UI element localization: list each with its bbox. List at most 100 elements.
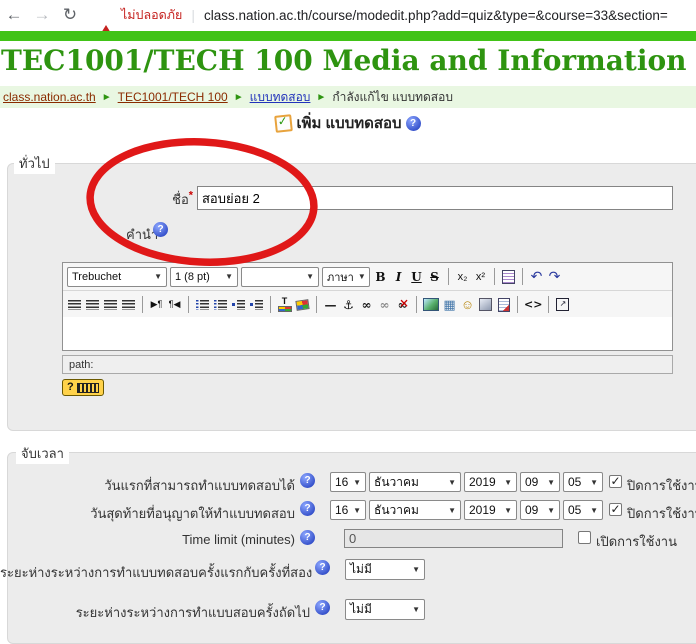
quiz-close-label: วันสุดท้ายที่อนุญาตให้ทำแบบทดสอบ: [0, 503, 295, 524]
forward-icon[interactable]: →: [28, 5, 56, 25]
chevron-down-icon: ▼: [225, 272, 233, 281]
help-icon[interactable]: ?: [406, 116, 421, 131]
breadcrumb-arrow-icon: ►: [316, 92, 326, 103]
breadcrumb-quizzes-link[interactable]: แบบทดสอบ: [250, 88, 311, 107]
insert-table-button[interactable]: ▦: [442, 295, 457, 315]
not-secure-icon[interactable]: !: [98, 8, 114, 22]
direction-ltr-button[interactable]: ▶¶: [149, 295, 164, 315]
back-icon[interactable]: ←: [0, 5, 28, 25]
time-limit-enable-label: เปิดการใช้งาน: [596, 531, 677, 552]
italic-button[interactable]: I: [391, 267, 406, 287]
toolbar-separator: [522, 268, 523, 285]
breadcrumb-arrow-icon: ►: [234, 92, 244, 103]
close-disable-label: ปิดการใช้งาน: [627, 503, 696, 524]
quiz-close-help-icon[interactable]: ?: [300, 501, 315, 516]
chevron-down-icon: ▼: [590, 506, 598, 515]
clean-word-icon[interactable]: [501, 267, 516, 287]
open-day-select[interactable]: 16▼: [330, 472, 366, 492]
timing-legend: จับเวลา: [16, 443, 69, 464]
text-color-button[interactable]: T: [277, 295, 292, 315]
intro-help-icon[interactable]: ?: [153, 222, 168, 237]
intro-textarea[interactable]: [62, 317, 673, 351]
font-select[interactable]: Trebuchet▼: [67, 267, 167, 287]
language-select[interactable]: ภาษา▼: [322, 267, 370, 287]
undo-button[interactable]: ↶: [529, 267, 544, 287]
chevron-down-icon: ▼: [504, 478, 512, 487]
highlight-color-button[interactable]: [295, 295, 310, 315]
close-month-select[interactable]: ธันวาคม▼: [369, 500, 461, 520]
html-source-button[interactable]: <>: [524, 295, 542, 315]
chevron-down-icon: ▼: [590, 478, 598, 487]
time-limit-help-icon[interactable]: ?: [300, 530, 315, 545]
bold-button[interactable]: B: [373, 267, 388, 287]
breadcrumb-arrow-icon: ►: [102, 92, 112, 103]
smiley-button[interactable]: ☺: [460, 295, 475, 315]
quiz-open-help-icon[interactable]: ?: [300, 473, 315, 488]
insert-media-button[interactable]: [478, 295, 493, 315]
open-hour-select[interactable]: 09▼: [520, 472, 560, 492]
fullscreen-editor-button[interactable]: ↗: [555, 295, 570, 315]
chevron-down-icon: ▼: [412, 565, 420, 574]
style-select[interactable]: ▼: [241, 267, 319, 287]
omnibox-divider: |: [191, 7, 195, 23]
subscript-button[interactable]: x₂: [455, 267, 470, 287]
chevron-down-icon: ▼: [504, 506, 512, 515]
fontsize-select[interactable]: 1 (8 pt)▼: [170, 267, 238, 287]
keyboard-help-button[interactable]: ?: [62, 379, 104, 396]
unlink-button[interactable]: ∞: [377, 295, 392, 315]
insert-image-button[interactable]: [423, 295, 439, 315]
paste-doc-button[interactable]: [496, 295, 511, 315]
address-bar[interactable]: class.nation.ac.th/course/modedit.php?ad…: [204, 8, 696, 23]
editor-toolbar-row2: ▶¶ ¶◀ T — ⚓ ∞ ∞ ×∞ ▦ ☺ <> ↗: [63, 290, 672, 318]
breadcrumb: class.nation.ac.th ► TEC1001/TECH 100 ► …: [0, 86, 696, 108]
name-label: ชื่อ*: [60, 189, 193, 210]
toolbar-separator: [517, 296, 518, 313]
chevron-down-icon: ▼: [448, 478, 456, 487]
editor-path-bar: path:: [62, 355, 673, 374]
breadcrumb-course-link[interactable]: TEC1001/TECH 100: [118, 90, 228, 104]
insert-link-button[interactable]: ∞: [359, 295, 374, 315]
redo-button[interactable]: ↷: [547, 267, 562, 287]
delay2-select[interactable]: ไม่มี▼: [345, 599, 425, 620]
editor-toolbar-row1: Trebuchet▼ 1 (8 pt)▼ ▼ ภาษา▼ B I U S x₂ …: [63, 263, 672, 290]
general-legend: ทั่วไป: [14, 153, 55, 174]
align-center-button[interactable]: [85, 295, 100, 315]
horizontal-rule-button[interactable]: —: [323, 295, 338, 315]
direction-rtl-button[interactable]: ¶◀: [167, 295, 182, 315]
chevron-down-icon: ▼: [412, 605, 420, 614]
open-year-select[interactable]: 2019▼: [464, 472, 517, 492]
open-disable-checkbox[interactable]: ✓: [609, 475, 622, 488]
ordered-list-button[interactable]: [195, 295, 210, 315]
close-year-select[interactable]: 2019▼: [464, 500, 517, 520]
close-day-select[interactable]: 16▼: [330, 500, 366, 520]
align-justify-button[interactable]: [121, 295, 136, 315]
underline-button[interactable]: U: [409, 267, 424, 287]
open-month-select[interactable]: ธันวาคม▼: [369, 472, 461, 492]
indent-button[interactable]: [249, 295, 264, 315]
breadcrumb-site-link[interactable]: class.nation.ac.th: [3, 90, 96, 104]
required-mark: *: [189, 190, 193, 202]
toolbar-separator: [416, 296, 417, 313]
time-limit-enable-checkbox[interactable]: [578, 531, 591, 544]
delay2-help-icon[interactable]: ?: [315, 600, 330, 615]
anchor-button[interactable]: ⚓: [341, 295, 356, 315]
close-hour-select[interactable]: 09▼: [520, 500, 560, 520]
delay1-select[interactable]: ไม่มี▼: [345, 559, 425, 580]
strikethrough-button[interactable]: S: [427, 267, 442, 287]
align-right-button[interactable]: [103, 295, 118, 315]
superscript-button[interactable]: x²: [473, 267, 488, 287]
prevent-autolink-button[interactable]: ×∞: [395, 295, 410, 315]
open-minute-select[interactable]: 05▼: [563, 472, 603, 492]
align-left-button[interactable]: [67, 295, 82, 315]
chevron-down-icon: ▼: [547, 506, 555, 515]
delay1-help-icon[interactable]: ?: [315, 560, 330, 575]
time-limit-input[interactable]: [344, 529, 563, 548]
chevron-down-icon: ▼: [306, 272, 314, 281]
quiz-name-input[interactable]: [197, 186, 673, 210]
reload-icon[interactable]: ↻: [56, 5, 84, 25]
outdent-button[interactable]: [231, 295, 246, 315]
unordered-list-button[interactable]: [213, 295, 228, 315]
close-minute-select[interactable]: 05▼: [563, 500, 603, 520]
not-secure-label[interactable]: ไม่ปลอดภัย: [121, 5, 182, 25]
close-disable-checkbox[interactable]: ✓: [609, 503, 622, 516]
